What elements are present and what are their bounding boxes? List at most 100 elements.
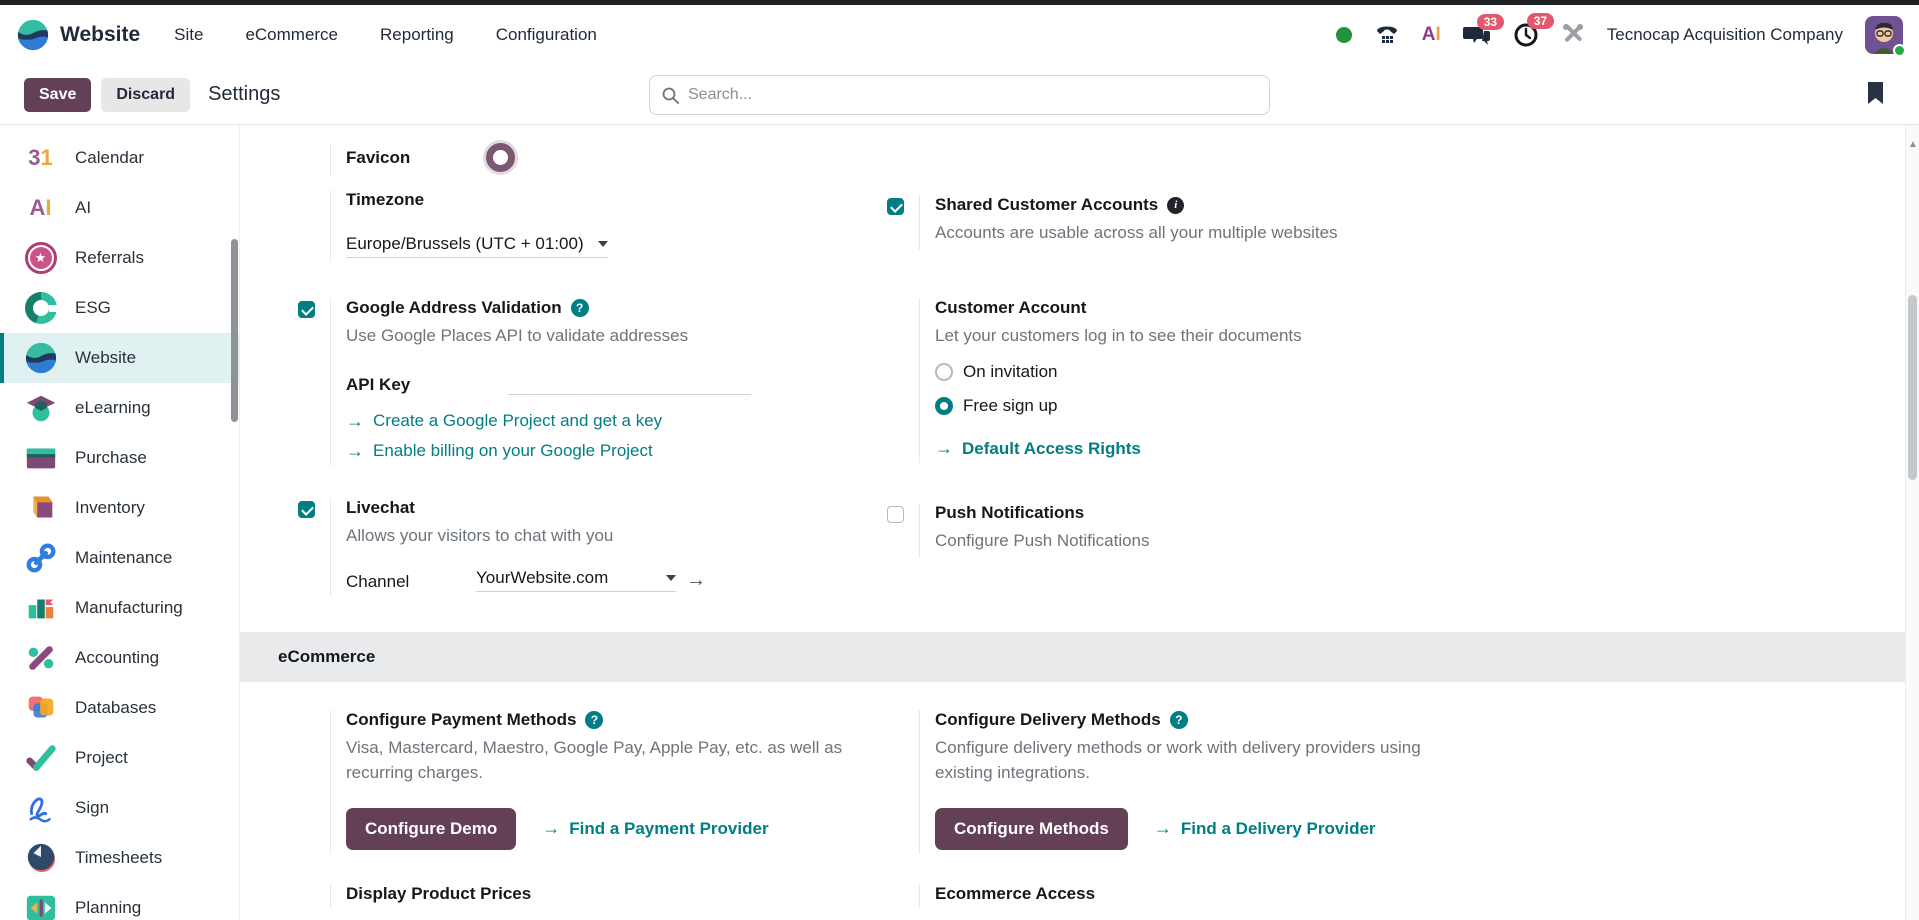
tools-icon[interactable] xyxy=(1561,23,1585,47)
sidebar-item-esg[interactable]: ESG xyxy=(0,283,239,333)
control-panel: Save Discard Settings xyxy=(0,65,1919,125)
search-bar[interactable] xyxy=(649,75,1270,115)
databases-icon xyxy=(22,690,59,727)
info-icon[interactable]: i xyxy=(1167,197,1184,214)
link-default-access-rights[interactable]: → Default Access Rights xyxy=(935,438,1469,459)
setting-push-notifications: Push Notifications Configure Push Notifi… xyxy=(869,503,1469,558)
messages-badge: 33 xyxy=(1477,14,1504,30)
timezone-select[interactable]: Europe/Brussels (UTC + 01:00) xyxy=(346,234,608,258)
company-name[interactable]: Tecnocap Acquisition Company xyxy=(1607,25,1843,45)
referrals-icon: ★ xyxy=(22,240,59,277)
channel-select[interactable]: YourWebsite.com xyxy=(476,568,676,592)
app-switcher[interactable]: Website xyxy=(16,18,140,52)
sidebar-item-maintenance[interactable]: Maintenance xyxy=(0,533,239,583)
configure-demo-button[interactable]: Configure Demo xyxy=(346,808,516,850)
status-green-dot xyxy=(1336,27,1352,43)
discard-button[interactable]: Discard xyxy=(101,78,190,112)
sidebar-item-calendar[interactable]: 31 Calendar xyxy=(0,133,239,183)
main-scrollbar[interactable]: ▲ xyxy=(1905,125,1919,920)
sidebar-item-ai[interactable]: AI AI xyxy=(0,183,239,233)
bookmark-icon[interactable] xyxy=(1866,81,1885,110)
arrow-right-icon: → xyxy=(1154,818,1172,839)
google-address-validation-checkbox[interactable] xyxy=(298,301,315,318)
settings-content: Favicon Timezone Europe/Brussels (UTC + … xyxy=(240,125,1919,920)
setting-timezone: Timezone Europe/Brussels (UTC + 01:00) xyxy=(280,190,869,262)
apps-sidebar: 31 Calendar AI AI ★ Referrals ESG xyxy=(0,125,240,920)
sidebar-item-accounting[interactable]: Accounting xyxy=(0,633,239,683)
configure-methods-button[interactable]: Configure Methods xyxy=(935,808,1128,850)
ai-app-icon: AI xyxy=(22,190,59,227)
manufacturing-icon xyxy=(22,590,59,627)
sidebar-item-sign[interactable]: Sign xyxy=(0,783,239,833)
search-input[interactable] xyxy=(688,86,1257,104)
voip-phone-icon[interactable] xyxy=(1374,23,1400,47)
favicon-label: Favicon xyxy=(346,148,486,168)
sidebar-item-purchase[interactable]: Purchase xyxy=(0,433,239,483)
sidebar-item-elearning[interactable]: eLearning xyxy=(0,383,239,433)
sidebar-scrollbar-thumb[interactable] xyxy=(231,239,238,422)
save-button[interactable]: Save xyxy=(24,78,91,112)
menu-site[interactable]: Site xyxy=(174,25,203,45)
help-icon[interactable]: ? xyxy=(571,299,589,317)
setting-configure-payment-methods: Configure Payment Methods ? Visa, Master… xyxy=(280,710,869,853)
settings-left-column: Favicon Timezone Europe/Brussels (UTC + … xyxy=(280,143,869,602)
menu-ecommerce[interactable]: eCommerce xyxy=(245,25,338,45)
chevron-down-icon xyxy=(666,575,676,581)
link-create-google-project[interactable]: → Create a Google Project and get a key xyxy=(346,411,869,432)
menu-configuration[interactable]: Configuration xyxy=(496,25,597,45)
presence-dot xyxy=(1893,44,1906,57)
help-icon[interactable]: ? xyxy=(1170,711,1188,729)
help-icon[interactable]: ? xyxy=(585,711,603,729)
esg-icon xyxy=(22,290,59,327)
push-notifications-checkbox[interactable] xyxy=(887,506,904,523)
activities-badge: 37 xyxy=(1527,13,1554,29)
main-scrollbar-thumb[interactable] xyxy=(1908,295,1917,480)
messages-icon[interactable]: 33 xyxy=(1463,23,1491,47)
link-enable-billing[interactable]: → Enable billing on your Google Project xyxy=(346,441,869,462)
radio-icon xyxy=(935,363,953,381)
arrow-right-icon: → xyxy=(346,411,364,432)
radio-free-sign-up[interactable]: Free sign up xyxy=(935,396,1469,416)
menu-reporting[interactable]: Reporting xyxy=(380,25,454,45)
page-title: Settings xyxy=(208,83,280,106)
sign-icon xyxy=(22,790,59,827)
timezone-label: Timezone xyxy=(346,190,424,209)
accounting-icon xyxy=(22,640,59,677)
purchase-icon xyxy=(22,440,59,477)
favicon-image[interactable] xyxy=(486,143,515,172)
project-icon xyxy=(22,740,59,777)
user-avatar[interactable] xyxy=(1865,16,1903,54)
scroll-up-icon[interactable]: ▲ xyxy=(1908,139,1918,150)
sidebar-item-referrals[interactable]: ★ Referrals xyxy=(0,233,239,283)
setting-favicon: Favicon xyxy=(280,143,869,176)
link-find-payment-provider[interactable]: → Find a Payment Provider xyxy=(542,818,768,839)
website-app-icon xyxy=(16,18,50,52)
arrow-right-icon: → xyxy=(346,441,364,462)
livechat-checkbox[interactable] xyxy=(298,501,315,518)
setting-shared-customer-accounts: Shared Customer Accounts i Accounts are … xyxy=(869,195,1469,250)
sidebar-item-inventory[interactable]: Inventory xyxy=(0,483,239,533)
planning-icon xyxy=(22,890,59,920)
elearning-icon xyxy=(22,390,59,427)
sidebar-item-project[interactable]: Project xyxy=(0,733,239,783)
settings-right-column: Shared Customer Accounts i Accounts are … xyxy=(869,143,1469,602)
api-key-input[interactable] xyxy=(508,371,751,395)
shared-customer-accounts-checkbox[interactable] xyxy=(887,198,904,215)
calendar-icon: 31 xyxy=(22,140,59,177)
app-name: Website xyxy=(60,23,140,47)
ai-icon[interactable]: AI xyxy=(1422,24,1441,46)
arrow-right-icon: → xyxy=(542,818,560,839)
internal-link-arrow-icon[interactable]: → xyxy=(686,569,706,592)
sidebar-item-manufacturing[interactable]: Manufacturing xyxy=(0,583,239,633)
sidebar-item-databases[interactable]: Databases xyxy=(0,683,239,733)
radio-selected-icon xyxy=(935,397,953,415)
sidebar-item-website[interactable]: Website xyxy=(0,333,239,383)
sidebar-item-timesheets[interactable]: Timesheets xyxy=(0,833,239,883)
api-key-label: API Key xyxy=(346,375,508,395)
link-find-delivery-provider[interactable]: → Find a Delivery Provider xyxy=(1154,818,1376,839)
setting-display-product-prices: Display Product Prices xyxy=(280,884,869,908)
radio-on-invitation[interactable]: On invitation xyxy=(935,362,1469,382)
activities-clock-icon[interactable]: 37 xyxy=(1513,22,1539,48)
sidebar-item-planning[interactable]: Planning xyxy=(0,883,239,920)
arrow-right-icon: → xyxy=(935,438,953,459)
